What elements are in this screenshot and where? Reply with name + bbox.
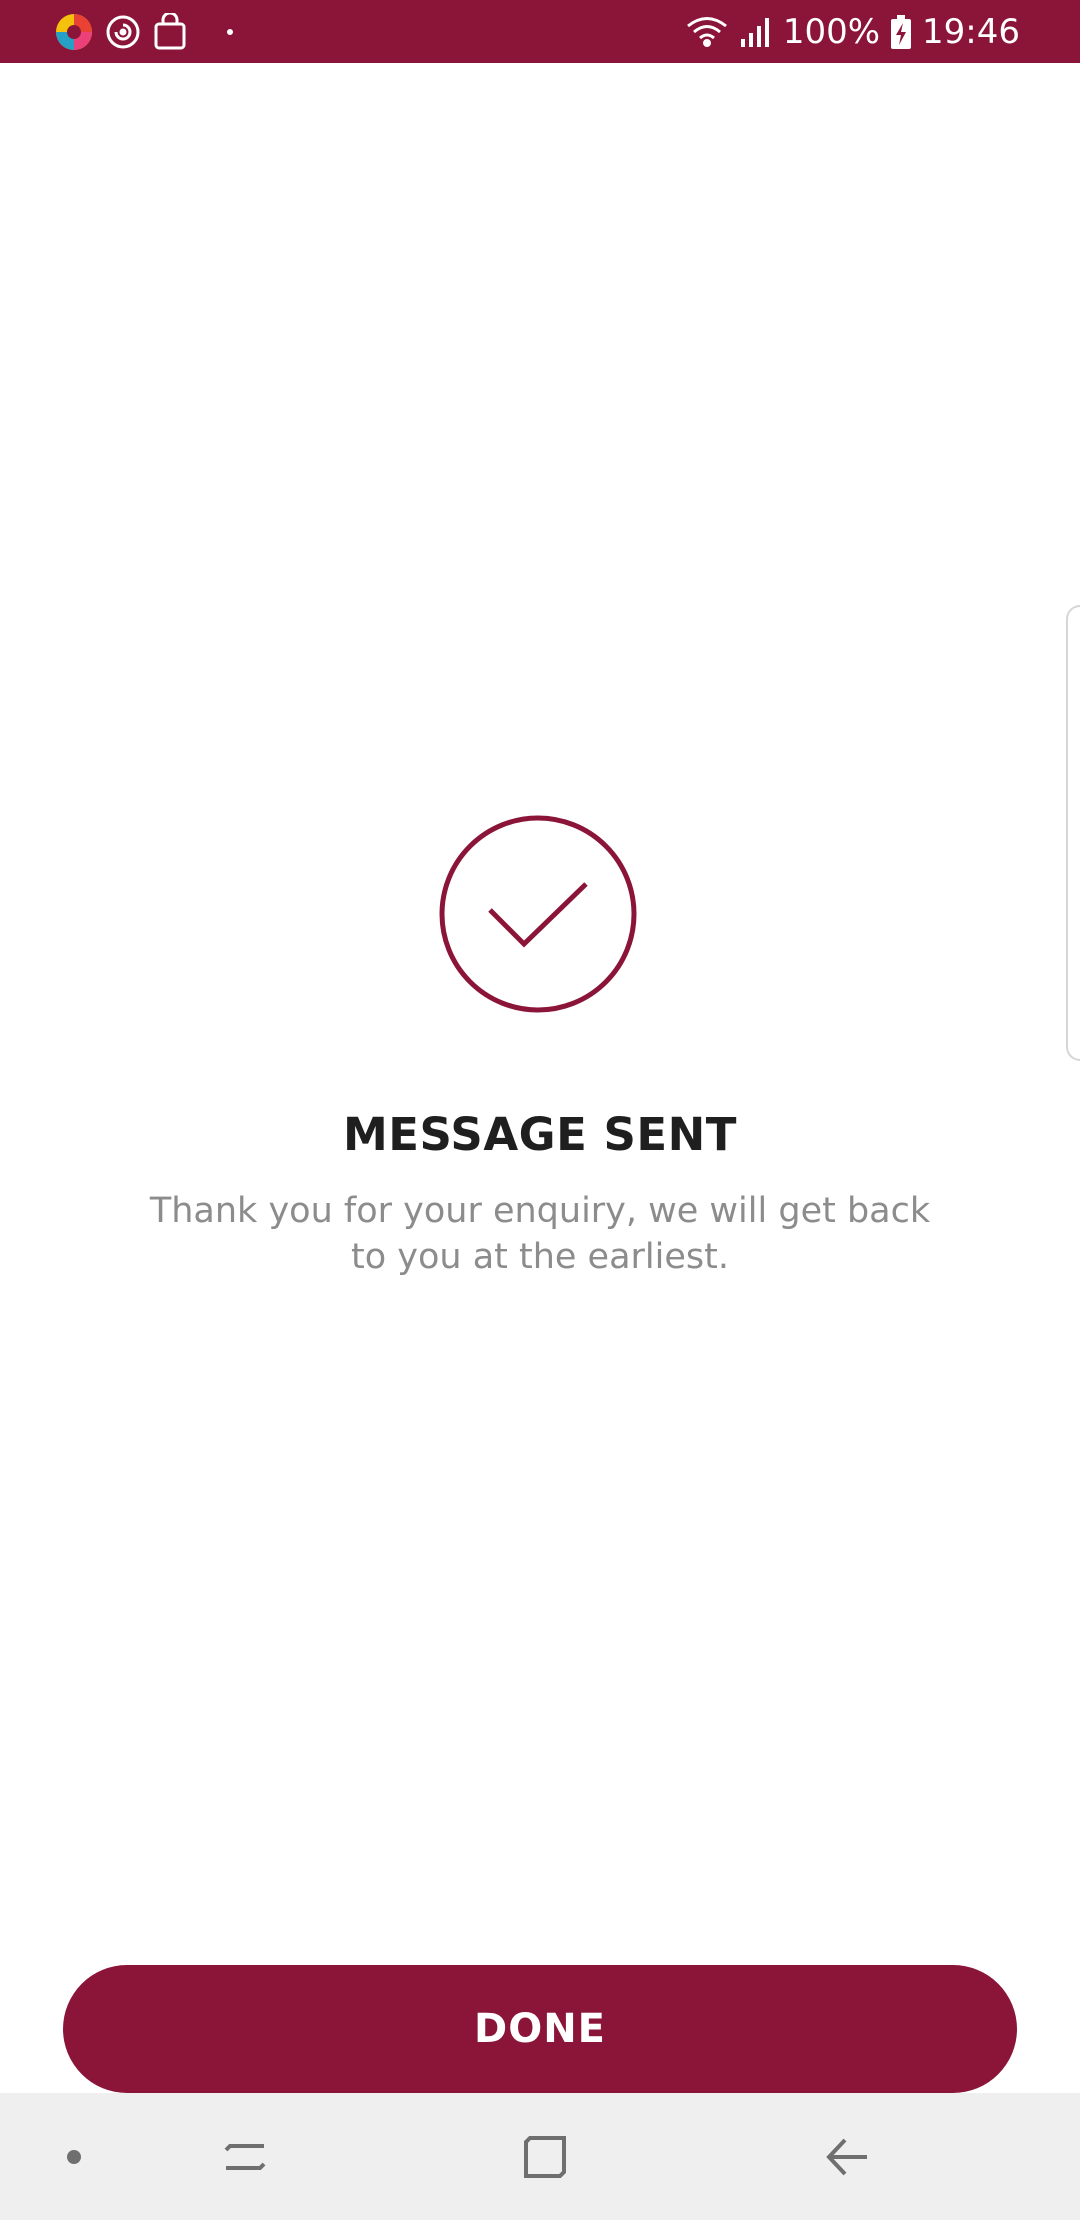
battery-percent: 100% bbox=[782, 11, 881, 52]
confirmation-message-line2: to you at the earliest. bbox=[351, 1237, 729, 1277]
edge-panel-handle[interactable] bbox=[1066, 605, 1080, 1061]
battery-charging-icon bbox=[890, 14, 912, 50]
confirmation-title: MESSAGE SENT bbox=[343, 1108, 737, 1161]
navigation-bar bbox=[0, 2093, 1080, 2220]
status-bar: 100% 19:46 bbox=[0, 0, 1080, 63]
check-circle-icon bbox=[438, 814, 638, 1014]
status-left-icons bbox=[54, 10, 234, 54]
recents-icon[interactable] bbox=[200, 2093, 290, 2220]
confirmation-message-line1: Thank you for your enquiry, we will get … bbox=[149, 1191, 931, 1231]
done-button[interactable]: DONE bbox=[63, 1965, 1017, 2093]
sync-icon bbox=[104, 13, 142, 51]
confirmation-screen: MESSAGE SENT Thank you for your enquiry,… bbox=[0, 63, 1080, 2093]
app-icon-colorful bbox=[54, 12, 94, 52]
wifi-icon bbox=[685, 15, 729, 49]
clock: 19:46 bbox=[922, 11, 1020, 52]
shopping-bag-icon bbox=[152, 13, 188, 51]
status-right-icons: 100% 19:46 bbox=[685, 0, 1020, 63]
home-icon[interactable] bbox=[500, 2093, 590, 2220]
signal-icon bbox=[739, 15, 773, 49]
confirmation-message: Thank you for your enquiry, we will get … bbox=[140, 1188, 940, 1280]
back-icon[interactable] bbox=[802, 2093, 892, 2220]
nav-dot-icon[interactable] bbox=[44, 2093, 104, 2220]
dot-icon bbox=[226, 28, 234, 36]
